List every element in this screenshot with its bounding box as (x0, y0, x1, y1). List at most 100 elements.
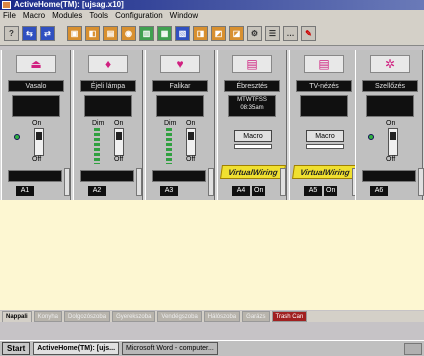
menu-file[interactable]: File (3, 10, 16, 22)
off-label: Off (186, 156, 196, 163)
menu-configuration[interactable]: Configuration (115, 10, 163, 22)
tab-dolgozoszoba[interactable]: Dolgozószoba (64, 311, 111, 322)
macro-module-button[interactable]: ☰ (265, 26, 280, 41)
appliance-module-button[interactable]: ◧ (85, 26, 100, 41)
module-szellozes[interactable]: ✲ Szellőzés On Off A6 (355, 50, 424, 200)
module-vasalo[interactable]: ⏏ Vasalo On Off A1 (1, 50, 71, 200)
module-name: TV-nézés (296, 80, 352, 92)
system-tray (404, 343, 422, 355)
lamp-module-button[interactable]: ▣ (67, 26, 82, 41)
tab-konyha[interactable]: Konyha (33, 311, 63, 322)
tab-nappali[interactable]: Nappali (2, 311, 32, 322)
virtualwiring-label[interactable]: VirtualWiring (220, 165, 286, 179)
task-activehome[interactable]: ActiveHome(TM): [ujs... (33, 342, 120, 355)
dim-slider[interactable] (166, 128, 172, 164)
taskbar: Start ActiveHome(TM): [ujs... Microsoft … (0, 340, 424, 356)
time-label: 08:35am (240, 105, 264, 111)
link-alt-button[interactable]: ⇄ (40, 26, 55, 41)
sensor-module-button[interactable]: ◩ (211, 26, 226, 41)
tab-gyerekszoba[interactable]: Gyerekszoba (112, 311, 156, 322)
motion-module-button[interactable]: ◪ (229, 26, 244, 41)
remote-module-button[interactable]: ⚙ (247, 26, 262, 41)
dimmer-button[interactable]: ◉ (121, 26, 136, 41)
extra-display (152, 170, 206, 182)
camera-module-button[interactable]: ▧ (175, 26, 190, 41)
menu-bar: File Macro Modules Tools Configuration W… (0, 10, 424, 22)
address-spinner[interactable] (418, 168, 424, 196)
lamp-icon: ♦ (88, 55, 128, 73)
status-led (368, 134, 374, 140)
wall-lamp-icon: ♥ (160, 55, 200, 73)
on-off-switch[interactable] (34, 128, 44, 156)
macro-bar (306, 144, 344, 149)
wall-switch-button[interactable]: ▤ (103, 26, 118, 41)
menu-tools[interactable]: Tools (89, 10, 108, 22)
dim-label: Dim (92, 120, 105, 127)
days-label: MTWTFSS (237, 97, 267, 103)
address-label: A4 (232, 186, 250, 196)
macro-button[interactable]: Macro (234, 130, 272, 142)
tab-trash-can[interactable]: Trash Can (271, 311, 308, 322)
fan-icon: ✲ (370, 55, 410, 73)
on-label: On (186, 120, 196, 127)
menu-macro[interactable]: Macro (23, 10, 45, 22)
address-label: A3 (160, 186, 178, 196)
state-display (366, 95, 414, 117)
address-spinner[interactable] (64, 168, 70, 196)
address-spinner[interactable] (280, 168, 286, 196)
state-display (12, 95, 60, 117)
module-ejeli-lampa[interactable]: ♦ Éjeli lámpa Dim On Off A2 (73, 50, 143, 200)
tv-icon: ▤ (304, 55, 344, 73)
title-bar: ActiveHome(TM): [ujsag.x10] (0, 0, 424, 10)
tab-garazs[interactable]: Garázs (242, 311, 270, 322)
toolbar: ? ⇆ ⇄ ▣ ◧ ▤ ◉ ▥ ▦ ▧ ◨ ◩ ◪ ⚙ ☰ … ✎ (0, 22, 424, 46)
link-button[interactable]: ⇆ (22, 26, 37, 41)
dim-slider[interactable] (94, 128, 100, 164)
virtualwiring-label[interactable]: VirtualWiring (292, 165, 358, 179)
help-button[interactable]: ? (4, 26, 19, 41)
off-label: Off (386, 156, 396, 163)
extra-display (80, 170, 134, 182)
switch-module-button[interactable]: ▥ (139, 26, 154, 41)
room-tabs: Nappali Konyha Dolgozószoba Gyerekszoba … (0, 311, 424, 322)
off-label: Off (114, 156, 124, 163)
task-word[interactable]: Microsoft Word - computer... (122, 342, 218, 355)
tab-vendegszoba[interactable]: Vendégszoba (157, 311, 202, 322)
module-name: Vasalo (8, 80, 64, 92)
on-label: On (114, 120, 124, 127)
on-off-switch[interactable] (114, 128, 124, 156)
menu-window[interactable]: Window (170, 10, 198, 22)
window-title: ActiveHome(TM): [ujsag.x10] (14, 0, 124, 9)
address-spinner[interactable] (208, 168, 214, 196)
address-label: A1 (16, 186, 34, 196)
module-tv-nezes[interactable]: ▤ TV-nézés Macro VirtualWiring A5 On (289, 50, 359, 200)
module-name: Éjeli lámpa (80, 80, 136, 92)
on-off-switch[interactable] (388, 128, 398, 156)
state-display (84, 95, 132, 117)
macro-button[interactable]: Macro (306, 130, 344, 142)
virtualwiring-button[interactable]: ✎ (301, 26, 316, 41)
extra-display (362, 170, 416, 182)
tab-haloszoba[interactable]: Hálószoba (203, 311, 241, 322)
iron-icon: ⏏ (16, 55, 56, 73)
off-label: Off (32, 156, 42, 163)
timer-module-button[interactable]: ◨ (193, 26, 208, 41)
app-icon (2, 1, 11, 9)
address-label: A5 (304, 186, 322, 196)
extra-module-button[interactable]: … (283, 26, 298, 41)
module-name: Ébresztés (224, 80, 280, 92)
dim-label: Dim (164, 120, 177, 127)
on-off-switch[interactable] (186, 128, 196, 156)
on-label: On (32, 120, 42, 127)
macro-bar (234, 144, 272, 149)
outlet-module-button[interactable]: ▦ (157, 26, 172, 41)
start-button[interactable]: Start (2, 342, 31, 355)
module-falikar[interactable]: ♥ Falikar Dim On Off A3 (145, 50, 215, 200)
on-label: On (386, 120, 396, 127)
menu-modules[interactable]: Modules (52, 10, 82, 22)
module-ebresztes[interactable]: ▤ Ébresztés MTWTFSS 08:35am Macro Virtua… (217, 50, 287, 200)
room-canvas[interactable] (0, 200, 424, 310)
address-spinner[interactable] (136, 168, 142, 196)
modules-panel: ⏏ Vasalo On Off A1 ♦ Éjeli lámpa Dim On … (0, 50, 424, 200)
address-label: A6 (370, 186, 388, 196)
